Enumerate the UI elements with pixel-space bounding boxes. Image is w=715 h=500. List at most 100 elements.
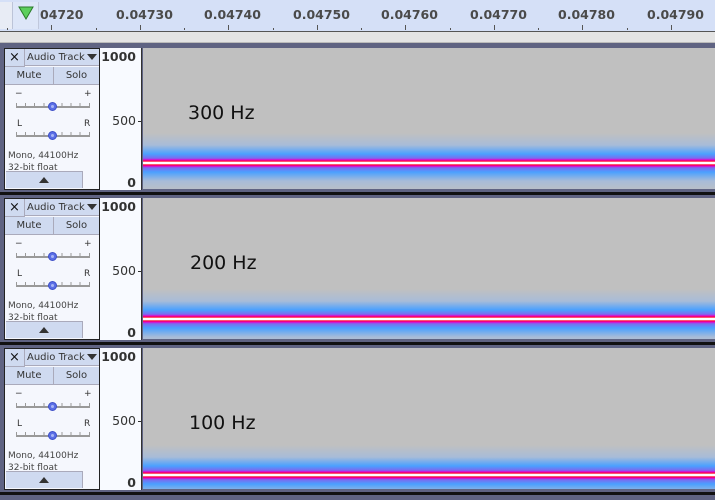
scale-min-label: 0 [127,175,136,190]
gain-max-label: + [84,89,92,99]
gain-min-label: − [15,389,23,399]
pan-left-label: L [17,419,23,429]
audio-track: × Audio Track Mute Solo − + L R Mono, 44… [0,196,715,342]
gain-min-label: − [15,239,23,249]
ruler-major-tick [494,25,495,30]
ruler-major-tick [671,25,672,30]
frequency-label: 300 Hz [188,102,255,124]
ruler-major-tick [228,25,229,30]
frequency-band [143,288,715,339]
ruler-minor-tick [7,28,8,30]
collapse-track-button[interactable] [6,471,83,488]
ruler-major-tick [317,25,318,30]
close-icon: × [9,350,20,365]
scale-mid-tick [138,271,141,272]
solo-button[interactable]: Solo [54,367,99,385]
dropdown-arrow-icon [87,204,97,210]
ruler-minor-tick [184,28,185,30]
pan-slider-thumb[interactable] [48,131,57,140]
gain-max-label: + [84,389,92,399]
ruler-tick-label: 0.04740 [204,7,261,22]
ruler-minor-tick [273,28,274,30]
track-control-panel: × Audio Track Mute Solo − + L R Mono, 44… [4,48,100,190]
ruler-major-tick [51,25,52,30]
ruler-minor-tick [361,28,362,30]
ruler-gap [0,32,715,43]
track-name-menu[interactable]: Audio Track [25,349,99,366]
frequency-scale: 1000 500 0 [100,48,142,190]
track-name-menu[interactable]: Audio Track [25,49,99,66]
dropdown-arrow-icon [87,354,97,360]
collapse-track-button[interactable] [6,171,83,188]
ruler-tick-label: 0.04780 [558,7,615,22]
mute-button[interactable]: Mute [5,217,54,235]
play-head-triangle-icon [18,6,34,20]
ruler-minor-tick [627,28,628,30]
ruler-major-tick [140,25,141,30]
pan-left-label: L [17,119,23,129]
timeline-ruler[interactable]: 04720 0.04730 0.04740 0.04750 0.04760 0.… [0,0,715,32]
close-icon: × [9,200,20,215]
solo-button[interactable]: Solo [54,217,99,235]
mute-button[interactable]: Mute [5,67,54,85]
ruler-major-tick [405,25,406,30]
close-track-button[interactable]: × [5,49,25,67]
scale-mid-label: 500 [112,113,136,128]
pan-right-label: R [84,269,91,279]
scale-max-label: 1000 [101,49,136,64]
pan-right-label: R [84,119,91,129]
close-track-button[interactable]: × [5,199,25,217]
ruler-tick-label: 0.04760 [381,7,438,22]
track-control-panel: × Audio Track Mute Solo − + L R Mono, 44… [4,348,100,490]
audio-track: × Audio Track Mute Solo − + L R Mono, 44… [0,346,715,492]
gain-slider-thumb[interactable] [48,402,57,411]
gain-slider-thumb[interactable] [48,102,57,111]
track-separator [0,192,715,195]
frequency-band [143,444,715,489]
pan-slider-thumb[interactable] [48,281,57,290]
collapse-track-button[interactable] [6,321,83,338]
frequency-scale: 1000 500 0 [100,198,142,340]
solo-button[interactable]: Solo [54,67,99,85]
sample-rate-info: Mono, 44100Hz [8,151,79,161]
track-name-menu[interactable]: Audio Track [25,199,99,216]
sample-rate-info: Mono, 44100Hz [8,451,79,461]
track-separator [0,342,715,345]
close-track-button[interactable]: × [5,349,25,367]
play-head-button[interactable] [13,2,39,29]
ruler-tick-label: 04720 [40,7,84,22]
scale-mid-label: 500 [112,263,136,278]
audio-track: × Audio Track Mute Solo − + L R Mono, 44… [0,46,715,192]
gain-max-label: + [84,239,92,249]
ruler-minor-tick [538,28,539,30]
scale-mid-label: 500 [112,413,136,428]
scale-max-label: 1000 [101,199,136,214]
spectrogram[interactable]: 200 Hz [143,198,715,339]
ruler-tick-label: 0.04730 [116,7,173,22]
dropdown-arrow-icon [87,54,97,60]
scale-max-label: 1000 [101,349,136,364]
spectrogram[interactable]: 300 Hz [143,48,715,189]
frequency-scale: 1000 500 0 [100,348,142,490]
track-name: Audio Track [27,352,85,363]
scale-min-label: 0 [127,475,136,490]
gain-min-label: − [15,89,23,99]
ruler-left-edge [0,2,13,29]
ruler-minor-tick [96,28,97,30]
track-separator [0,492,715,495]
scale-min-label: 0 [127,325,136,340]
ruler-tick-label: 0.04750 [293,7,350,22]
ruler-major-tick [582,25,583,30]
gain-slider-thumb[interactable] [48,252,57,261]
sample-rate-info: Mono, 44100Hz [8,301,79,311]
pan-right-label: R [84,419,91,429]
scale-mid-tick [138,121,141,122]
track-name: Audio Track [27,202,85,213]
spectrogram[interactable]: 100 Hz [143,348,715,489]
track-control-panel: × Audio Track Mute Solo − + L R Mono, 44… [4,198,100,340]
pan-slider-thumb[interactable] [48,431,57,440]
mute-button[interactable]: Mute [5,367,54,385]
scale-mid-tick [138,421,141,422]
track-name: Audio Track [27,52,85,63]
close-icon: × [9,50,20,65]
